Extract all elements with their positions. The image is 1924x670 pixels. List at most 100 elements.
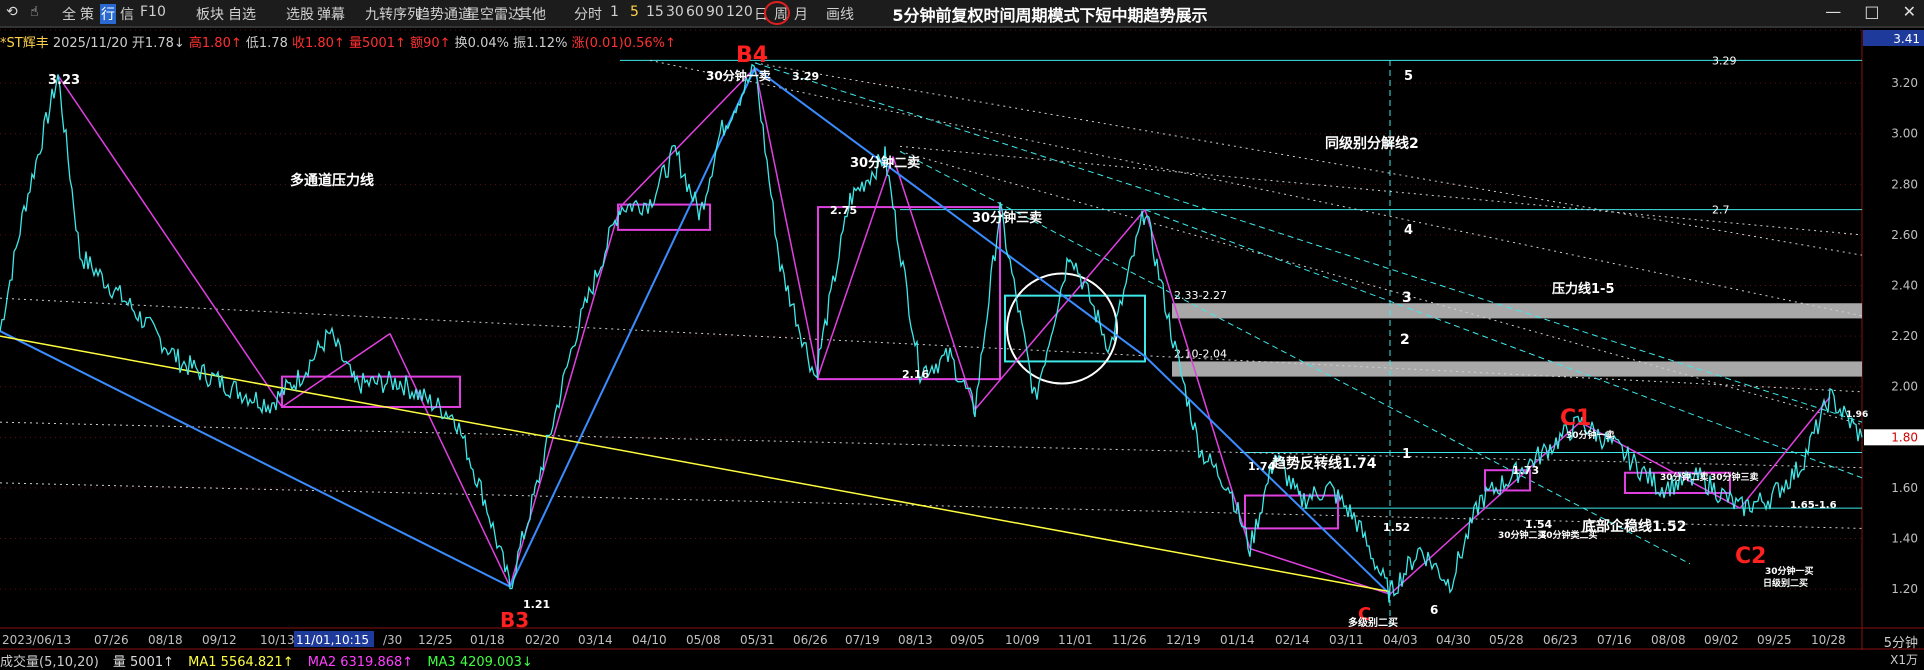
stroke-segment [57,75,283,408]
volume-value: 量 5001↑ [112,655,175,670]
chart-annotation: 日级别二买 [1763,577,1808,589]
volume-bar: 成交量(5,10,20) 量 5001↑ MA1 5564.821↑ MA2 6… [0,651,533,670]
chart-annotation: 趋势反转线1.74 [1272,455,1377,472]
date-tick-label: 02/14 [1275,633,1310,647]
date-tick-label: 03/14 [578,633,613,647]
stroke-segment [1144,209,1251,549]
price-chart[interactable]: 3.41 3.20 3.00 2.80 2.60 2.40 2.20 2.00 1.80 1.60… [0,0,1924,667]
volume-unit-label: X1万 [1890,653,1918,667]
volume-label: 成交量(5,10,20) [0,655,99,670]
price-tick-label: 3.41 [1893,32,1920,46]
ma3-value: MA3 4209.003↓ [427,655,533,670]
date-tick-label: 06/26 [793,633,828,647]
date-tick-label: 04/03 [1383,633,1418,647]
chart-annotation: C2 [1735,544,1766,569]
decomposition-line [1144,209,1863,479]
date-tick-label: /30 [383,633,402,647]
date-tick-label: 07/16 [1597,633,1632,647]
price-tick-label: 2.20 [1891,329,1918,343]
chart-annotation: 多级别二买 [1348,616,1398,629]
pivot-box [281,375,461,408]
key-price-label: 3.29 [1712,54,1737,67]
chart-annotation: 3.29 [792,70,819,83]
stroke-segment [619,67,756,208]
date-tick-label: 12/25 [418,633,453,647]
date-tick-label: 07/26 [94,633,129,647]
chart-annotation: 30分钟一卖 [1566,429,1615,441]
date-tick-label: 12/19 [1166,633,1201,647]
ma1-value: MA1 5564.821↑ [188,655,294,670]
chart-annotation: 30分钟类二买 [1540,529,1598,541]
chart-annotation: 30分钟一买 [1765,565,1814,577]
frame-top [0,27,1924,28]
channel-line [754,62,1863,256]
date-tick-label: 06/23 [1543,633,1578,647]
chart-annotation: 同级别分解线2 [1325,135,1419,152]
stroke-segment [754,67,819,377]
price-tick-label: 3.00 [1891,127,1918,141]
chart-annotation: 30分钟三卖 [972,210,1042,226]
chart-annotation: B3 [500,608,529,632]
date-tick-label: 08/13 [898,633,933,647]
date-tick-label: 11/26 [1112,633,1147,647]
trend-line [754,67,1146,358]
pivot-box [817,206,1001,381]
date-tick-label: 05/28 [1489,633,1524,647]
chart-annotation: 6 [1430,603,1438,617]
price-tick-label: 1.20 [1891,582,1918,596]
trend-line [509,67,756,588]
chart-annotation: 30分钟一卖 [706,68,771,83]
channel-line [649,59,1863,317]
date-tick-label: 2023/06/13 [2,633,71,647]
price-tick-label: 3.20 [1891,76,1918,90]
chart-annotation: 底部企稳线1.52 [1582,518,1687,535]
date-tick-label: 05/08 [686,633,721,647]
chart-annotation: 30分钟二卖 [1660,471,1709,483]
chart-annotation: 2 [1400,332,1410,348]
date-tick-label: 10/09 [1005,633,1040,647]
date-tick-label: 11/01 [1058,633,1093,647]
date-tick-label: 01/18 [470,633,505,647]
date-tick-label: 09/05 [950,633,985,647]
channel-line [899,145,1863,236]
price-tick-label: 1.60 [1891,481,1918,495]
date-tick-label: 08/08 [1651,633,1686,647]
date-tick-label: 11/01,10:15 [296,633,369,647]
chart-annotation: 1.96 [1846,410,1868,420]
date-tick-label: 04/10 [632,633,667,647]
price-tick-label: 1.40 [1891,532,1918,546]
date-tick-label: 07/19 [845,633,880,647]
chart-annotation: 1.74 [1248,460,1275,473]
chart-annotation: C1 [1560,406,1591,431]
chart-annotation: 1 [1402,447,1411,462]
trend-line [0,330,511,588]
chart-annotation: 1.52 [1383,521,1410,534]
date-tick-label: 09/25 [1757,633,1792,647]
key-price-label: 2.7 [1712,204,1730,217]
date-tick-label: 03/11 [1329,633,1364,647]
period-label: 5分钟 [1883,636,1918,651]
date-tick-label: 09/12 [202,633,237,647]
chart-annotation: 1.54 [1525,518,1552,531]
price-tick-label: 2.40 [1891,279,1918,293]
date-tick-label: 02/20 [525,633,560,647]
chart-annotation: 1.21 [523,598,550,611]
price-tick-label: 2.60 [1891,228,1918,242]
price-tick-label: 2.00 [1891,380,1918,394]
date-tick-label: 05/31 [740,633,775,647]
trend-line [1144,355,1391,595]
date-tick-label: 09/02 [1704,633,1739,647]
chart-annotation: 1.73 [1512,464,1539,477]
chart-annotation: B4 [736,43,768,68]
chart-annotation: 多通道压力线 [290,172,374,189]
date-tick-label: 04/30 [1436,633,1471,647]
gray-zone-label: 2.33-2.27 [1174,289,1227,302]
ma2-value: MA2 6319.868↑ [307,655,414,670]
chart-annotation: 3 [1402,290,1412,306]
chart-annotation: 2.16 [902,368,929,381]
date-tick-label: 08/18 [148,633,183,647]
stroke-segment [389,333,511,587]
chart-annotation: 3.23 [48,73,80,88]
chart-annotation: 2.75 [830,204,857,217]
chart-annotation: 4 [1404,223,1413,238]
